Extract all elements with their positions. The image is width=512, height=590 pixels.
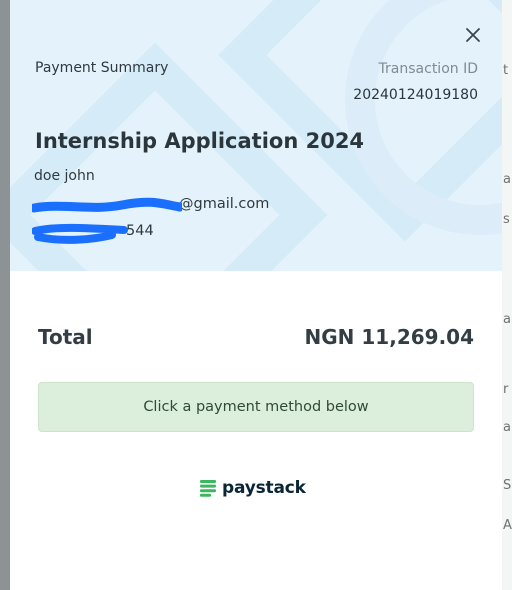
backdrop-text: a <box>503 312 511 327</box>
total-label: Total <box>38 325 93 349</box>
backdrop-text: a <box>503 420 511 435</box>
email-domain: @gmail.com <box>179 196 270 212</box>
payment-method-notice: Click a payment method below <box>38 382 474 432</box>
page-backdrop-left <box>0 0 10 590</box>
transaction-id-value: 20240124019180 <box>353 87 478 103</box>
provider-name: paystack <box>222 478 306 498</box>
backdrop-text: A <box>503 518 512 533</box>
payment-summary-header: Payment Summary Transaction ID 202401240… <box>10 0 502 271</box>
total-amount: NGN 11,269.04 <box>304 325 474 349</box>
payment-summary-title: Payment Summary <box>35 60 169 76</box>
customer-name: doe john <box>34 168 95 184</box>
backdrop-text: s <box>503 212 510 227</box>
page-backdrop-right: t a s a r a S A <box>502 0 512 590</box>
backdrop-text: a <box>503 172 511 187</box>
close-icon[interactable] <box>463 25 483 45</box>
product-title: Internship Application 2024 <box>35 129 365 153</box>
paystack-logo-icon <box>200 479 216 497</box>
backdrop-text: r <box>503 382 509 397</box>
payment-modal: Payment Summary Transaction ID 202401240… <box>10 0 502 590</box>
backdrop-text: S <box>503 478 512 493</box>
redaction-scribble <box>32 197 182 213</box>
backdrop-text: t <box>503 63 509 78</box>
paystack-payment-option[interactable]: paystack <box>200 476 306 500</box>
redaction-scribble <box>32 223 128 244</box>
transaction-id-label: Transaction ID <box>378 61 478 77</box>
